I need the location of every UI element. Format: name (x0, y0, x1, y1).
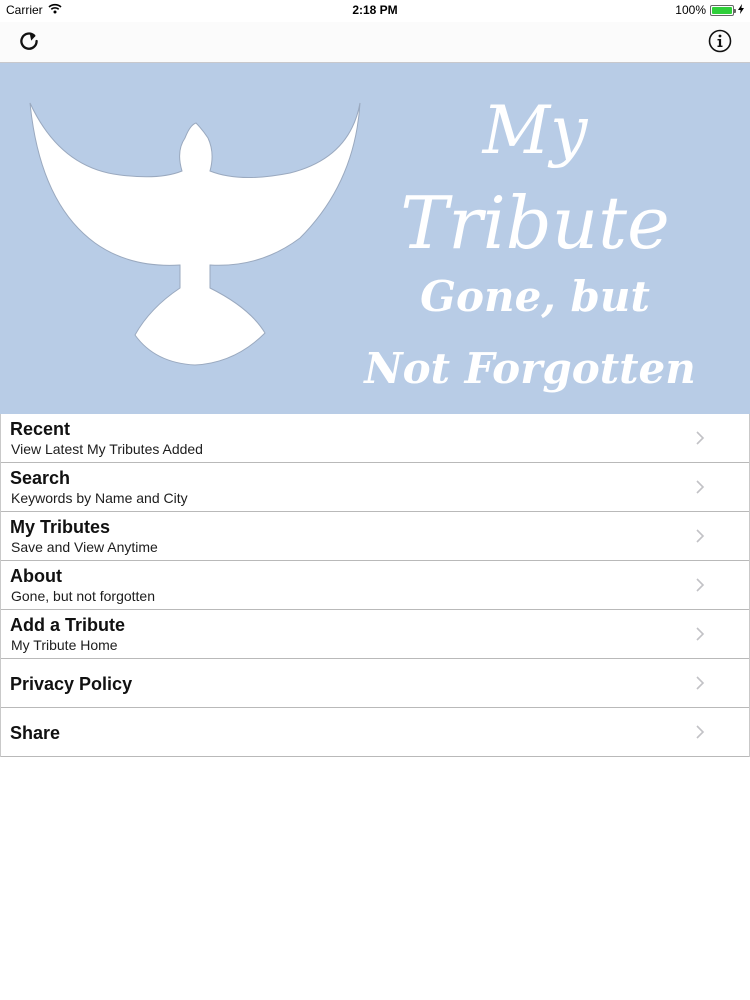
menu-item-privacy-policy[interactable]: Privacy Policy (1, 659, 749, 708)
status-bar: Carrier 2:18 PM 100% (0, 0, 750, 22)
chevron-right-icon (695, 676, 705, 690)
menu-item-about[interactable]: About Gone, but not forgotten (1, 561, 749, 610)
chevron-right-icon (695, 529, 705, 543)
banner-title-line2: Tribute (400, 181, 669, 265)
chevron-right-icon (695, 627, 705, 641)
banner-artwork: My Tribute Gone, but Not Forgotten (29, 92, 696, 393)
status-right: 100% (675, 3, 744, 17)
menu-item-recent[interactable]: Recent View Latest My Tributes Added (1, 414, 749, 463)
info-button[interactable] (705, 28, 735, 58)
menu-item-subtitle: Save and View Anytime (11, 539, 158, 555)
menu-item-title: Recent (10, 419, 71, 439)
chevron-right-icon (695, 578, 705, 592)
chevron-right-icon (695, 431, 705, 445)
menu-item-title: Privacy Policy (10, 674, 133, 694)
chevron-right-icon (695, 725, 705, 739)
main-menu: Recent View Latest My Tributes Added Sea… (0, 414, 750, 757)
info-icon (708, 29, 732, 58)
battery-level-fill (712, 6, 732, 14)
menu-item-title: About (10, 566, 62, 586)
charging-icon (738, 3, 744, 17)
menu-item-subtitle: Gone, but not forgotten (11, 588, 155, 604)
chevron-right-icon (695, 480, 705, 494)
menu-item-title: Add a Tribute (10, 615, 126, 635)
battery-icon (710, 4, 736, 16)
banner-tagline-line1: Gone, but (420, 272, 650, 321)
menu-item-search[interactable]: Search Keywords by Name and City (1, 463, 749, 512)
nav-bar (0, 22, 750, 63)
menu-item-my-tributes[interactable]: My Tributes Save and View Anytime (1, 512, 749, 561)
refresh-button[interactable] (14, 28, 44, 58)
banner: My Tribute Gone, but Not Forgotten (0, 63, 750, 414)
battery-percent: 100% (675, 3, 706, 17)
menu-item-title: Search (10, 468, 71, 488)
menu-item-title: Share (10, 723, 61, 743)
menu-item-subtitle: View Latest My Tributes Added (11, 441, 203, 457)
refresh-icon (18, 30, 40, 57)
status-time: 2:18 PM (352, 3, 398, 17)
banner-tagline-line2: Not Forgotten (362, 344, 696, 393)
menu-item-subtitle: My Tribute Home (11, 637, 118, 653)
menu-item-add-tribute[interactable]: Add a Tribute My Tribute Home (1, 610, 749, 659)
dove-logo (29, 102, 361, 366)
menu-item-share[interactable]: Share (1, 708, 749, 757)
banner-title-line1: My (482, 92, 589, 169)
menu-item-title: My Tributes (10, 517, 111, 537)
menu-item-subtitle: Keywords by Name and City (11, 490, 188, 506)
